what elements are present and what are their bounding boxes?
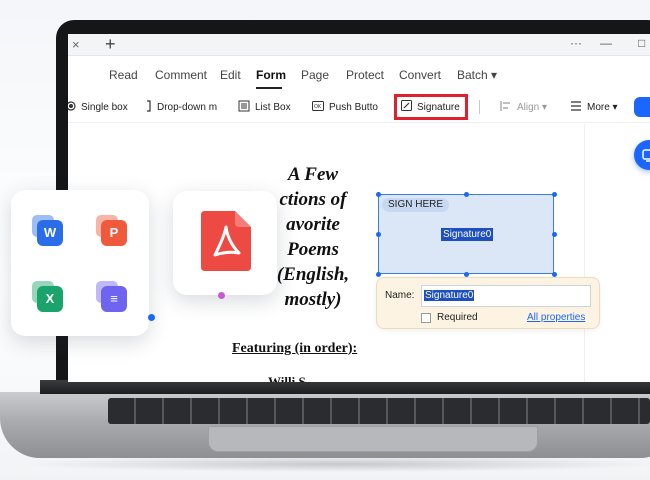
minimize-icon[interactable]: — — [600, 36, 612, 50]
signature-highlight-box — [394, 94, 468, 120]
radio-icon — [68, 100, 76, 114]
more-tool[interactable]: More ▾ — [570, 97, 618, 117]
menu-lines-icon — [570, 100, 582, 114]
single-box-label: Single box — [81, 101, 128, 113]
close-tab-icon[interactable]: × — [72, 37, 80, 52]
more-options-icon[interactable]: ··· — [570, 36, 582, 50]
field-name-value: Signature0 — [424, 290, 475, 301]
laptop-hinge — [40, 380, 650, 394]
align-label: Align ▾ — [517, 101, 548, 113]
align-tool[interactable]: Align ▾ — [500, 97, 547, 117]
office-apps-card: W P X ≡ — [11, 190, 149, 336]
resize-handle[interactable] — [552, 192, 557, 197]
featuring-heading: Featuring (in order): — [232, 341, 358, 356]
active-menu-indicator — [256, 87, 282, 89]
list-box-label: List Box — [255, 101, 291, 113]
menu-bar: Read Comment Edit Form Page Protect Conv… — [68, 57, 650, 91]
list-box-tool[interactable]: List Box — [238, 97, 291, 117]
all-properties-link[interactable]: All properties — [527, 312, 585, 323]
laptop-touchpad — [208, 426, 538, 452]
pdf-icon — [199, 211, 253, 271]
laptop-screen: × + ··· — □ Read Comment Edit Form Page … — [68, 34, 650, 382]
list-icon — [238, 100, 250, 115]
primary-action-button[interactable] — [634, 97, 650, 117]
drop-down-tool[interactable]: Drop-down m — [146, 97, 217, 117]
required-checkbox[interactable] — [421, 313, 431, 323]
resize-handle[interactable] — [464, 192, 469, 197]
powerpoint-icon: P — [96, 215, 127, 246]
push-button-tool[interactable]: OK Push Butto — [312, 97, 378, 117]
resize-handle[interactable] — [376, 192, 381, 197]
form-toolbar: Single box Drop-down m List Box OK Push … — [68, 91, 650, 123]
laptop-shadow — [20, 456, 650, 472]
signature-field-name: Signature0 — [441, 228, 494, 241]
required-label: Required — [437, 312, 478, 323]
document-app-icon: ≡ — [96, 281, 127, 312]
assistant-button[interactable] — [634, 140, 650, 170]
sign-here-badge: SIGN HERE — [382, 198, 450, 212]
excel-icon: X — [32, 281, 63, 312]
document-text-line: Willi S — [268, 374, 306, 382]
field-properties-popup: Name: Signature0 Required All properties — [376, 277, 600, 329]
field-name-input[interactable]: Signature0 — [421, 285, 591, 307]
resize-handle[interactable] — [376, 232, 381, 237]
push-button-label: Push Butto — [329, 101, 378, 113]
menu-batch[interactable]: Batch ▾ — [457, 68, 497, 82]
button-icon: OK — [312, 100, 324, 114]
svg-text:OK: OK — [314, 104, 322, 110]
tab-bar: × + ··· — □ — [68, 34, 650, 56]
single-box-tool[interactable]: Single box — [68, 97, 128, 117]
resize-handle[interactable] — [376, 272, 381, 277]
dropdown-icon — [146, 99, 152, 115]
menu-comment[interactable]: Comment — [155, 68, 207, 82]
maximize-icon[interactable]: □ — [638, 36, 645, 50]
menu-form[interactable]: Form — [256, 68, 286, 82]
name-label: Name: — [385, 290, 415, 301]
drop-down-label: Drop-down m — [157, 101, 218, 113]
signature-field[interactable]: SIGN HERE Signature0 — [376, 192, 557, 277]
pdf-app-card — [173, 191, 277, 295]
word-icon: W — [32, 215, 63, 246]
more-label: More ▾ — [587, 101, 618, 113]
laptop-keyboard — [108, 398, 650, 424]
connector-dot — [218, 292, 225, 299]
chat-icon — [642, 149, 650, 162]
resize-handle[interactable] — [552, 232, 557, 237]
menu-read[interactable]: Read — [109, 68, 138, 82]
menu-edit[interactable]: Edit — [220, 68, 241, 82]
connector-dot — [148, 314, 155, 321]
menu-page[interactable]: Page — [301, 68, 329, 82]
doc-title-line-1: A Few — [287, 164, 339, 185]
align-left-icon — [500, 100, 512, 114]
toolbar-separator — [479, 100, 480, 114]
menu-protect[interactable]: Protect — [346, 68, 384, 82]
new-tab-icon[interactable]: + — [105, 34, 116, 55]
menu-convert[interactable]: Convert — [399, 68, 441, 82]
